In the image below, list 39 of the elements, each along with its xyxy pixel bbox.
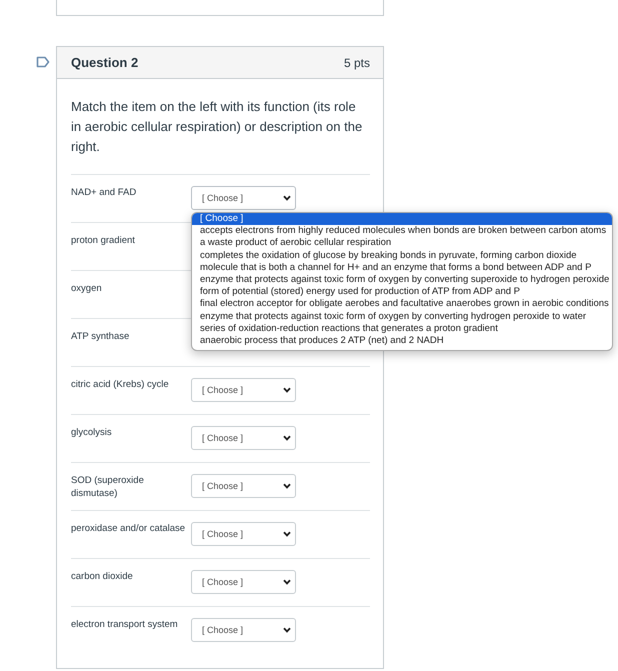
dropdown-option[interactable]: enzyme that protects against toxic form of oxygen by converting hydrogen peroxide to water bbox=[192, 310, 612, 323]
answer-dropdown[interactable]: [ Choose ] bbox=[191, 426, 296, 450]
match-item-label: oxygen bbox=[71, 282, 103, 295]
chevron-down-icon bbox=[283, 387, 291, 393]
answer-dropdown[interactable]: [ Choose ] bbox=[191, 186, 296, 210]
match-item-label: SOD (superoxide dismutase) bbox=[71, 474, 145, 500]
dropdown-option[interactable]: anaerobic process that produces 2 ATP (net) and 2 NADH bbox=[192, 335, 612, 348]
dropdown-option[interactable]: molecule that is both a channel for H+ and an enzyme that forms a bond between ADP and P bbox=[192, 262, 612, 274]
match-item-label: ATP synthase bbox=[71, 330, 130, 343]
question-prompt: Match the item on the left with its function (its role in aerobic cellular respiration) or description on the right. bbox=[71, 98, 363, 156]
match-item-label: carbon dioxide bbox=[71, 570, 134, 583]
question-title: Question 2 bbox=[71, 55, 138, 70]
match-item-label: proton gradient bbox=[71, 234, 136, 247]
question-points: 5 pts bbox=[344, 56, 370, 70]
dropdown-option[interactable]: completes the oxidation of glucose by breaking bonds in pyruvate, forming carbon dioxide bbox=[192, 250, 612, 262]
dropdown-option[interactable]: final electron acceptor for obligate aerobes and facultative anaerobes grown in aerobic conditions bbox=[192, 298, 612, 311]
answer-dropdown[interactable]: [ Choose ] bbox=[191, 378, 296, 402]
match-item-label: NAD+ and FAD bbox=[71, 186, 138, 199]
answer-dropdown[interactable]: [ Choose ] bbox=[191, 618, 296, 642]
chevron-down-icon bbox=[283, 627, 291, 633]
dropdown-option[interactable]: enzyme that protects against toxic form of oxygen by converting superoxide to hydrogen peroxide bbox=[192, 274, 612, 286]
dropdown-option[interactable]: a waste product of aerobic cellular respiration bbox=[192, 237, 612, 250]
chevron-down-icon bbox=[283, 483, 291, 489]
chevron-down-icon bbox=[283, 579, 291, 585]
answer-dropdown[interactable]: [ Choose ] bbox=[191, 522, 296, 546]
dropdown-option[interactable]: form of potential (stored) energy used for production of ATP from ADP and P bbox=[192, 286, 612, 298]
dropdown-option[interactable]: series of oxidation-reduction reactions that generates a proton gradient bbox=[192, 322, 612, 336]
match-item-label: peroxidase and/or catalase bbox=[71, 522, 186, 535]
dropdown-option[interactable]: accepts electrons from highly reduced molecules when bonds are broken between carbon atoms bbox=[192, 225, 612, 238]
match-item-label: glycolysis bbox=[71, 426, 113, 439]
answer-dropdown[interactable]: [ Choose ] bbox=[191, 570, 296, 594]
chevron-down-icon bbox=[283, 435, 291, 441]
dropdown-option[interactable]: [ Choose ] bbox=[192, 213, 612, 226]
chevron-down-icon bbox=[283, 195, 291, 201]
tag-icon[interactable] bbox=[36, 56, 50, 68]
match-item-label: electron transport system bbox=[71, 618, 179, 631]
match-item-label: citric acid (Krebs) cycle bbox=[71, 378, 170, 391]
answer-dropdown[interactable]: [ Choose ] bbox=[191, 474, 296, 498]
chevron-down-icon bbox=[283, 531, 291, 537]
